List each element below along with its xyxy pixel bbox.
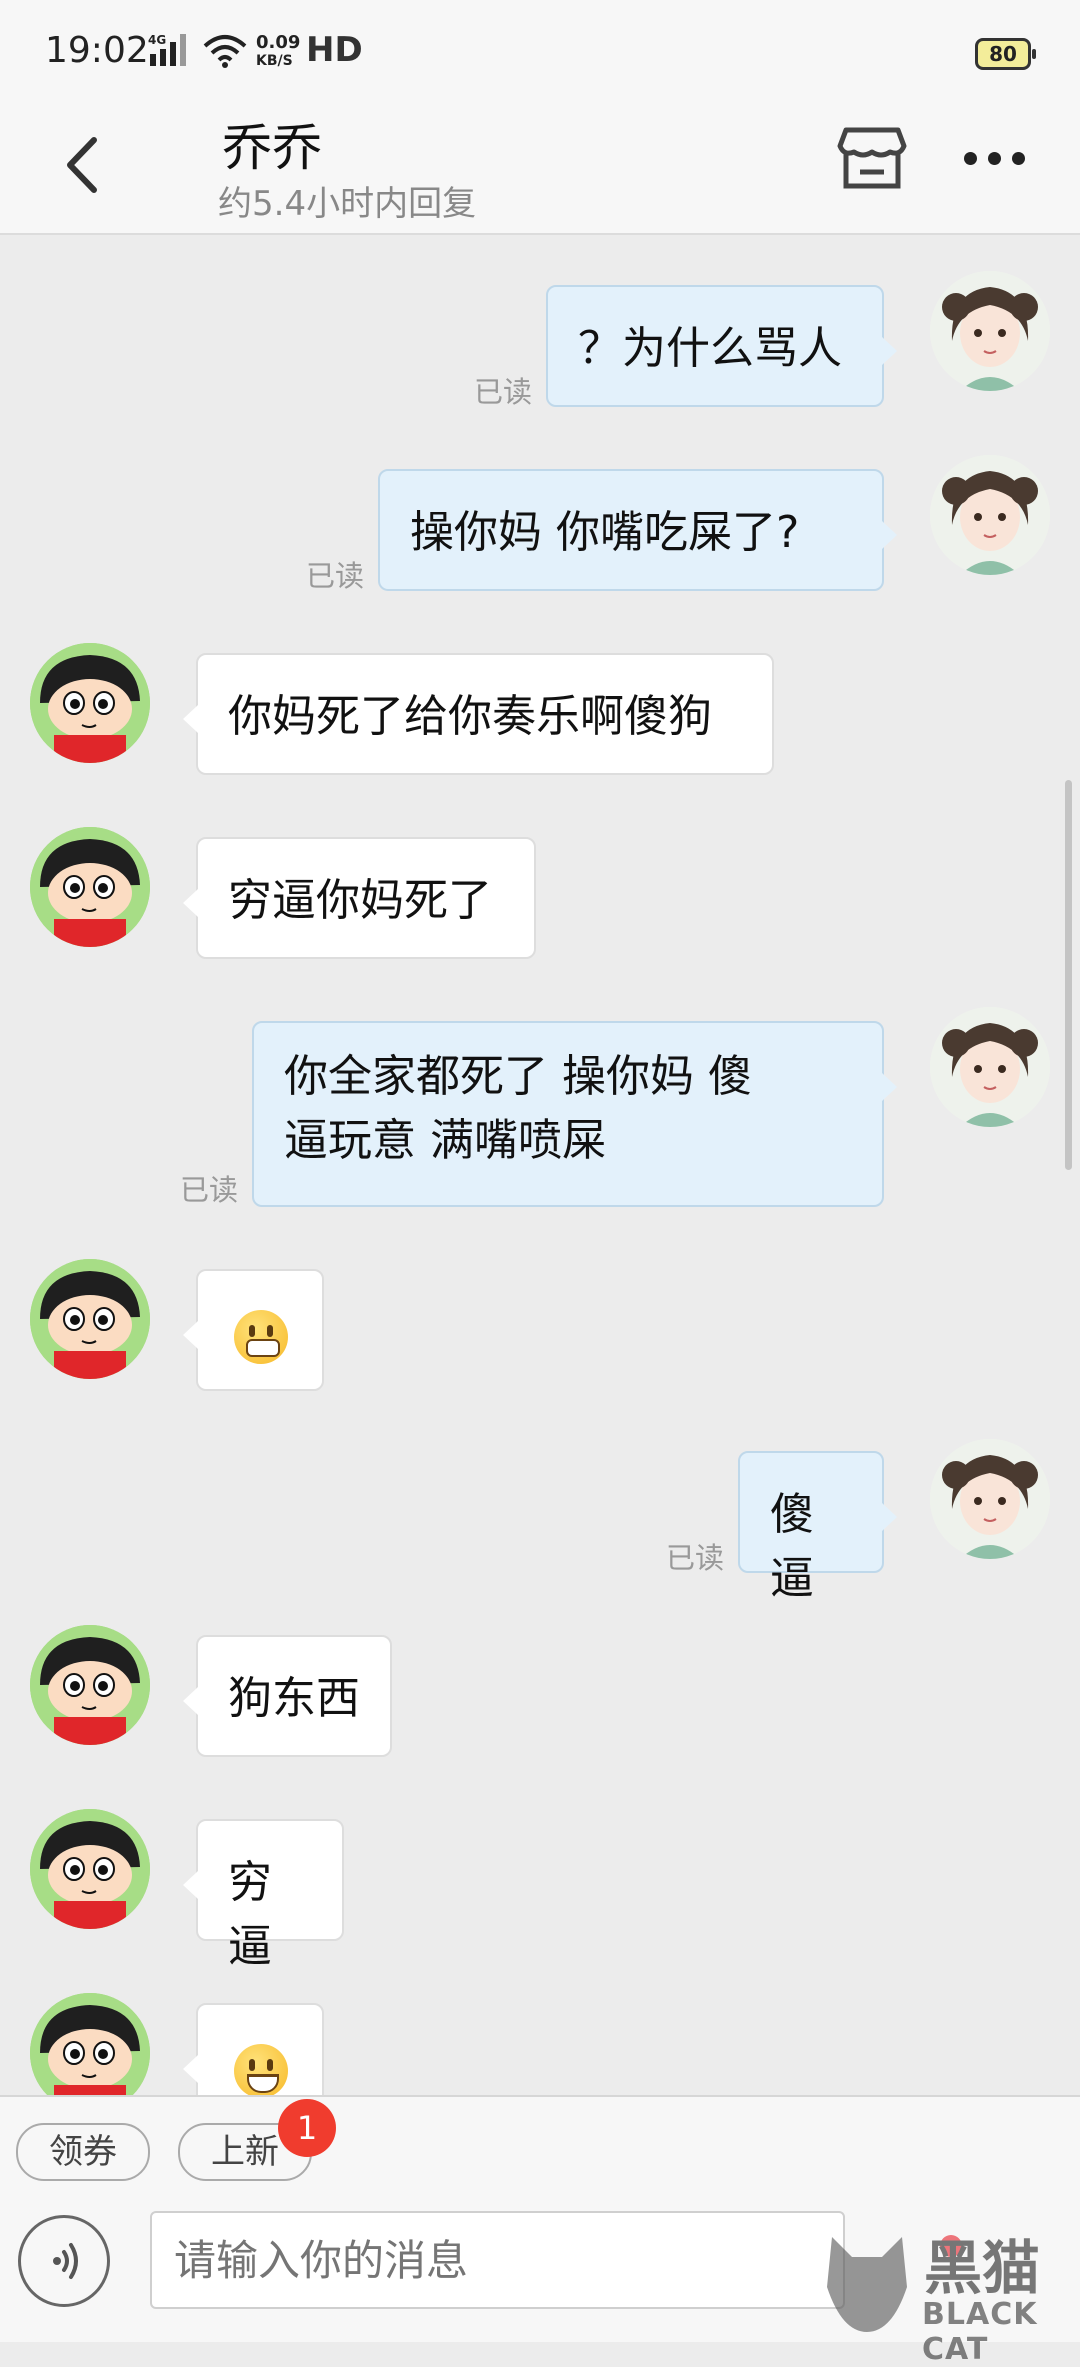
wifi-icon — [203, 35, 247, 68]
avatar-contact[interactable] — [30, 1259, 150, 1379]
cellular-signal-icon: 4G — [148, 33, 186, 66]
message-text: 傻逼 — [770, 1489, 814, 1604]
message-bubble[interactable]: 穷逼 — [183, 1819, 344, 1972]
message-bubble[interactable]: 操你妈 你嘴吃屎了? — [378, 469, 897, 591]
network-label: 4G — [148, 33, 166, 47]
girl-avatar-icon — [930, 455, 1050, 575]
girl-avatar-icon — [930, 1007, 1050, 1127]
scrollbar[interactable] — [1065, 780, 1072, 1170]
avatar-self[interactable] — [930, 1439, 1050, 1559]
girl-avatar-icon — [930, 271, 1050, 391]
voice-icon[interactable] — [18, 2215, 110, 2307]
watermark-en: BLACK CAT — [922, 2297, 1038, 2367]
black-cat-logo-icon — [827, 2237, 907, 2332]
cartoon-boy-avatar-icon — [30, 1809, 150, 1929]
grimacing-face-icon — [234, 1310, 288, 1364]
avatar-self[interactable] — [930, 271, 1050, 391]
chevron-left-icon[interactable] — [50, 130, 120, 200]
message-bubble[interactable] — [183, 1269, 324, 1391]
hd-indicator: HD — [306, 30, 363, 70]
cartoon-boy-avatar-icon — [30, 643, 150, 763]
message-bubble[interactable]: 你妈死了给你奏乐啊傻狗 — [183, 653, 774, 775]
contact-name: 乔乔 — [222, 119, 322, 177]
read-status: 已读 — [474, 375, 533, 409]
read-status: 已读 — [306, 559, 365, 593]
cartoon-boy-avatar-icon — [30, 1625, 150, 1745]
message-bubble[interactable]: 你全家都死了 操你妈 傻 逼玩意 满嘴喷屎 — [252, 1021, 897, 1207]
chat-area[interactable]: 已读 ？为什么骂人 已读 操你妈 你嘴吃屎了? 你妈死了给你奏乐啊傻狗 穷逼你妈… — [0, 235, 1080, 2125]
notification-badge: 1 — [278, 2099, 336, 2157]
status-time: 19:02 — [45, 30, 149, 71]
message-bubble[interactable]: 穷逼你妈死了 — [183, 837, 536, 959]
message-text: 操你妈 你嘴吃屎了? — [410, 507, 800, 558]
grinning-face-icon — [234, 2044, 288, 2098]
cartoon-boy-avatar-icon — [30, 827, 150, 947]
avatar-self[interactable] — [930, 1007, 1050, 1127]
message-text-line: 逼玩意 满嘴喷屎 — [284, 1115, 606, 1166]
message-text: ？为什么骂人 — [578, 323, 842, 374]
cartoon-boy-avatar-icon — [30, 1259, 150, 1379]
status-bar: 19:02 4G 0.09 KB/S HD 80 — [0, 0, 1080, 100]
chat-header: 乔乔 约5.4小时内回复 — [0, 100, 1080, 235]
message-text: 你妈死了给你奏乐啊傻狗 — [228, 691, 712, 742]
watermark: 黑猫 BLACK CAT — [812, 2217, 1080, 2367]
voice-wave-icon — [53, 2243, 78, 2279]
message-bubble[interactable]: 傻逼 — [738, 1451, 897, 1604]
store-icon[interactable] — [836, 122, 908, 194]
read-status: 已读 — [180, 1173, 239, 1207]
avatar-contact[interactable] — [30, 827, 150, 947]
coupon-chip[interactable]: 领券 — [16, 2123, 150, 2181]
network-speed: 0.09 KB/S — [256, 34, 300, 70]
avatar-self[interactable] — [930, 455, 1050, 575]
speed-unit: KB/S — [256, 53, 293, 69]
message-text: 穷逼你妈死了 — [228, 875, 492, 926]
watermark-cn: 黑猫 — [924, 2234, 1041, 2302]
input-bar: 领券 上新 1 黑猫 BLACK CAT — [0, 2095, 1080, 2367]
avatar-contact[interactable] — [30, 1809, 150, 1929]
more-dots-icon[interactable] — [960, 148, 1030, 168]
message-text: 穷逼 — [228, 1857, 272, 1972]
message-bubble[interactable]: 狗东西 — [183, 1635, 392, 1757]
message-input[interactable] — [150, 2211, 845, 2309]
reply-hint: 约5.4小时内回复 — [218, 184, 477, 224]
avatar-contact[interactable] — [30, 1625, 150, 1745]
battery-icon: 80 — [975, 38, 1036, 70]
message-bubble[interactable]: ？为什么骂人 — [546, 285, 897, 407]
speed-value: 0.09 — [256, 32, 301, 53]
message-text-line: 你全家都死了 操你妈 傻 — [284, 1051, 752, 1102]
avatar-contact[interactable] — [30, 643, 150, 763]
message-text: 狗东西 — [228, 1673, 360, 1724]
girl-avatar-icon — [930, 1439, 1050, 1559]
read-status: 已读 — [666, 1541, 725, 1575]
